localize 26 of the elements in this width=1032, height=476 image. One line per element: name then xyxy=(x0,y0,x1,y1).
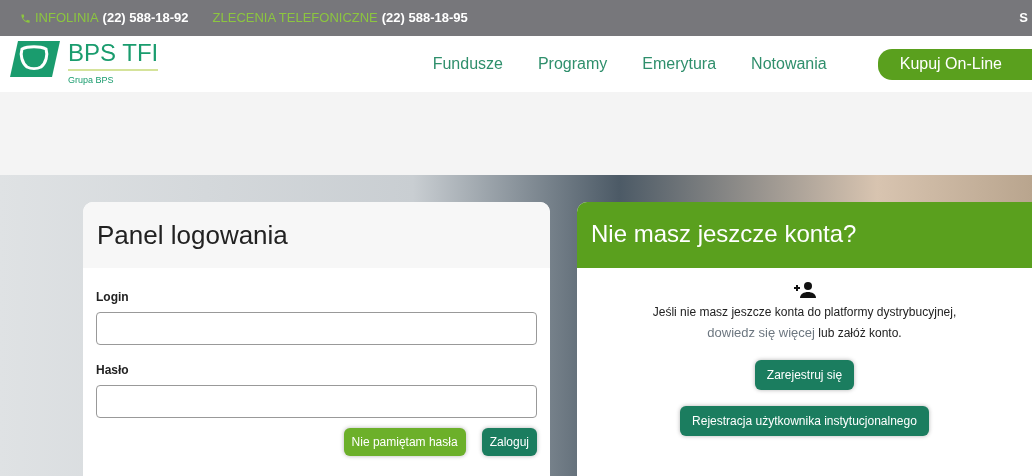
input-field[interactable] xyxy=(96,312,537,345)
register-button[interactable]: Zarejestruj się xyxy=(754,360,855,391)
nav-link[interactable]: Emerytura xyxy=(642,52,717,76)
institutional-register-button[interactable]: Rejestracja użytkownika instytucjonalnego xyxy=(680,406,929,437)
register-title: Nie masz jeszcze konta? xyxy=(591,220,857,247)
nav-link[interactable]: Notowania xyxy=(751,52,827,76)
phone-number[interactable]: (22) 588-18-92 xyxy=(102,8,189,28)
buy-online-button[interactable]: Kupuj On-Line xyxy=(877,48,1032,80)
forgot-password-button[interactable]: Nie pamiętam hasła xyxy=(343,428,466,456)
field-label: Hasło xyxy=(96,362,130,379)
phone-label: INFOLINIA xyxy=(35,9,99,28)
nav-link[interactable]: Fundusze xyxy=(432,52,503,76)
phone-number[interactable]: (22) 588-18-95 xyxy=(381,8,468,28)
login-button[interactable]: Zaloguj xyxy=(481,428,537,456)
phone-label: ZLECENIA TELEFONICZNE xyxy=(212,9,378,28)
logo-icon xyxy=(10,40,60,77)
logo-subtitle: Grupa BPS xyxy=(68,68,159,88)
field-label: Login xyxy=(96,289,130,306)
nav-link[interactable]: Programy xyxy=(537,52,608,76)
add-user-icon xyxy=(793,282,816,298)
learn-more-link[interactable]: dowiedz się więcej xyxy=(707,325,815,341)
input-field[interactable] xyxy=(96,385,537,418)
logo-title: BPS TFI xyxy=(68,40,159,65)
top-bar-text: S xyxy=(1019,9,1029,28)
login-title: Panel logowania xyxy=(97,220,288,250)
register-info-text: Jeśli nie masz jeszcze konta do platformy dystrybucyjnej, dowiedz się więcej lub załóż konto. xyxy=(652,304,957,343)
